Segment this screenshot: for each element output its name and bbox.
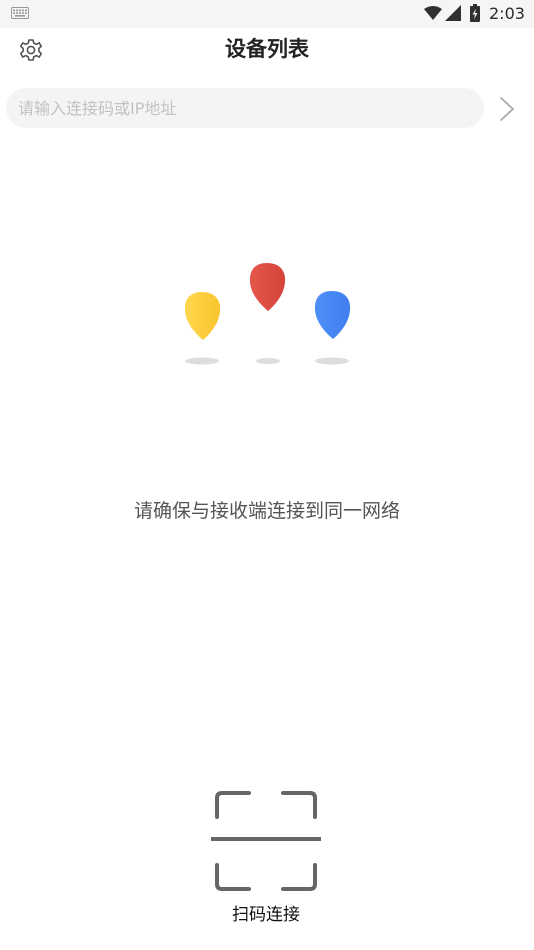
scan-connect-button[interactable]: 扫码连接	[205, 783, 327, 931]
network-pins-illustration	[184, 263, 351, 365]
red-pin-shadow	[256, 358, 280, 364]
yellow-pin	[184, 292, 221, 340]
same-network-hint: 请确保与接收端连接到同一网络	[133, 500, 400, 522]
battery-charging-icon	[470, 4, 480, 22]
wifi-icon	[424, 6, 442, 20]
blue-pin	[314, 291, 351, 339]
chevron-right-icon	[500, 97, 514, 121]
scan-connect-label: 扫码连接	[232, 905, 300, 925]
connection-code-input[interactable]	[6, 88, 484, 128]
status-bar: 2:03	[0, 0, 534, 28]
yellow-pin-shadow	[185, 357, 219, 365]
page-title: 设备列表	[225, 37, 309, 61]
cell-signal-icon	[445, 5, 461, 21]
status-time: 2:03	[489, 4, 525, 23]
red-pin	[249, 263, 286, 311]
blue-pin-shadow	[315, 357, 349, 365]
scan-frame-icon	[211, 791, 321, 891]
keyboard-icon	[11, 7, 29, 19]
connect-go-button[interactable]	[496, 96, 518, 122]
device-list-screen: 2:03 设备列表 请输入连接码或IP地址 请确保与接收端连接到同一网络 扫码连…	[0, 0, 534, 950]
